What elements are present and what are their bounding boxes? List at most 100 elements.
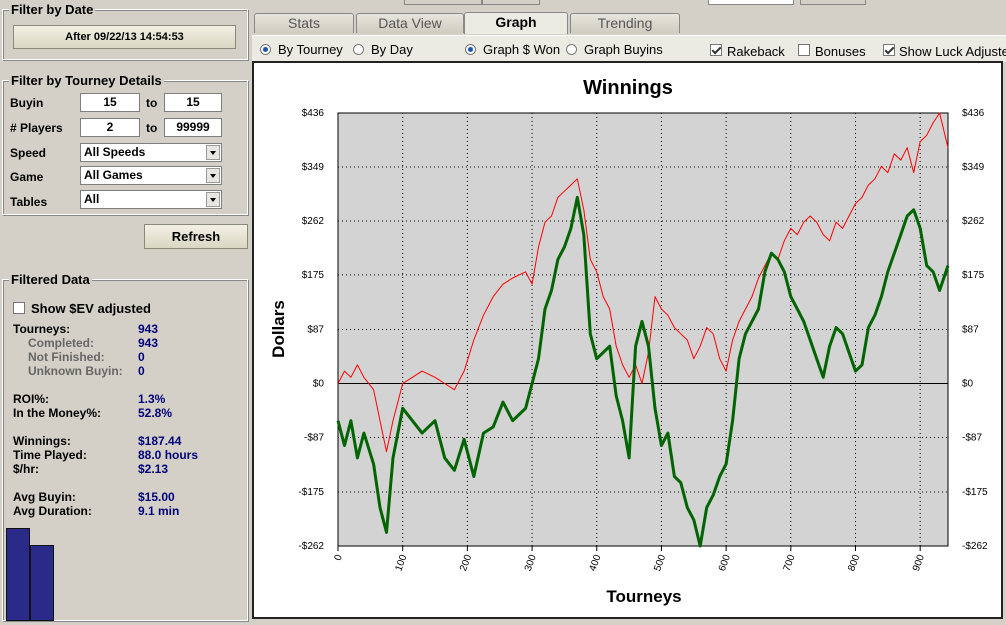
stat-value: 52.8% (138, 406, 173, 420)
stat-label: Time Played: (13, 448, 87, 462)
y-tick-label: $87 (307, 325, 324, 336)
x-tick-label: 200 (458, 553, 474, 573)
y-tick-label-right: $0 (962, 378, 974, 389)
game-label: Game (10, 170, 44, 184)
stat-value: $15.00 (138, 490, 175, 504)
y-tick-label-right: $175 (962, 270, 985, 281)
rakeback-checkbox[interactable] (710, 44, 722, 56)
y-tick-label-right: $87 (962, 325, 979, 336)
x-tick-label: 600 (717, 553, 733, 573)
stat-label: Winnings: (13, 434, 71, 448)
tables-select-value: All (84, 192, 100, 206)
filtered-data-title: Filtered Data (9, 272, 92, 287)
y-tick-label: $0 (313, 378, 325, 389)
chart-frame: 0 100 200 300 400 500 600 700 800 900 -$262 -$262 -$… (252, 61, 1003, 619)
bonuses-label: Bonuses (815, 44, 866, 59)
y-axis-label: Dollars (269, 300, 288, 358)
chevron-down-icon[interactable] (206, 145, 220, 160)
tab-bar: Stats Data View Graph Trending (252, 0, 1006, 35)
stat-label: Avg Buyin: (13, 490, 76, 504)
tab-trending[interactable]: Trending (570, 13, 680, 33)
x-tick-label: 700 (782, 553, 798, 573)
graph-buyins-label: Graph Buyins (584, 42, 663, 57)
stat-label: ROI%: (13, 392, 49, 406)
ev-adjusted-label: Show $EV adjusted (31, 301, 151, 316)
date-filter-button[interactable]: After 09/22/13 14:54:53 (13, 25, 236, 49)
y-tick-label-right: $436 (962, 108, 985, 119)
stat-label: Avg Duration: (13, 504, 92, 518)
tables-label: Tables (10, 195, 48, 209)
tables-select[interactable]: All (80, 190, 222, 209)
x-tick-label: 900 (911, 553, 927, 573)
y-tick-label: $262 (302, 216, 325, 227)
speed-label: Speed (10, 146, 47, 160)
game-select[interactable]: All Games (80, 166, 222, 185)
graph-won-radio[interactable] (465, 44, 476, 55)
graph-buyins-radio[interactable] (566, 44, 577, 55)
winnings-chart: 0 100 200 300 400 500 600 700 800 900 -$262 -$262 -$… (269, 77, 988, 606)
speed-select[interactable]: All Speeds (80, 143, 222, 162)
y-tick-label-right: $262 (962, 216, 985, 227)
buyin-max-input[interactable]: 15 (164, 93, 222, 112)
bonuses-checkbox[interactable] (798, 44, 810, 56)
y-tick-label-right: -$87 (962, 432, 982, 443)
chevron-down-icon[interactable] (206, 168, 220, 183)
x-axis-label: Tourneys (606, 587, 681, 606)
stat-value: 88.0 hours (138, 448, 199, 462)
tourney-details-group: Filter by Tourney Details Buyin 15 to 15… (2, 73, 248, 215)
chart-title: Winnings (583, 77, 673, 99)
stat-value: 1.3% (138, 392, 166, 406)
tab-data-view[interactable]: Data View (356, 13, 464, 33)
y-tick-label: -$175 (298, 487, 324, 498)
filter-by-date-title: Filter by Date (9, 2, 96, 17)
y-tick-label-right: -$175 (962, 487, 988, 498)
players-min-input[interactable]: 2 (80, 118, 140, 137)
tab-graph[interactable]: Graph (464, 12, 568, 34)
tourney-details-title: Filter by Tourney Details (9, 73, 164, 88)
stat-value: 0 (138, 350, 145, 364)
stat-label: Tourneys: (13, 322, 71, 336)
show-luck-label: Show Luck Adjuste (899, 44, 1006, 59)
y-tick-label: -$87 (304, 432, 324, 443)
x-tick-label: 300 (523, 553, 539, 573)
stat-value: $2.13 (138, 462, 169, 476)
players-to-label: to (146, 121, 158, 135)
ev-adjusted-checkbox[interactable] (13, 302, 25, 314)
x-tick-label: 800 (846, 553, 862, 573)
stat-value: 943 (138, 322, 159, 336)
players-max-input[interactable]: 99999 (164, 118, 222, 137)
mini-bar-1 (6, 528, 30, 621)
refresh-button[interactable]: Refresh (144, 224, 248, 249)
by-tourney-label: By Tourney (278, 42, 343, 57)
stat-value: 943 (138, 336, 159, 350)
buyin-label: Buyin (10, 96, 44, 110)
y-tick-label-right: -$262 (962, 541, 988, 552)
chevron-down-icon[interactable] (206, 192, 220, 207)
stat-value: 0 (138, 364, 145, 378)
filtered-data-group: Filtered Data Show $EV adjusted Tourneys… (2, 272, 248, 621)
buyin-to-label: to (146, 96, 158, 110)
tab-stats[interactable]: Stats (254, 13, 354, 33)
stat-label: Not Finished: (28, 350, 105, 364)
stat-value: 9.1 min (138, 504, 180, 518)
stat-label: Completed: (28, 336, 94, 350)
filter-by-date-group: Filter by Date After 09/22/13 14:54:53 (2, 2, 248, 60)
y-tick-label: $436 (302, 108, 325, 119)
speed-select-value: All Speeds (84, 145, 146, 159)
stat-label: In the Money%: (13, 406, 102, 420)
players-label: # Players (10, 121, 63, 135)
by-tourney-radio[interactable] (260, 44, 271, 55)
y-tick-label-right: $349 (962, 162, 985, 173)
mini-bar-2 (30, 545, 54, 621)
by-day-radio[interactable] (353, 44, 364, 55)
stat-value: $187.44 (138, 434, 182, 448)
game-select-value: All Games (84, 168, 143, 182)
show-luck-checkbox[interactable] (883, 44, 895, 56)
graph-options-bar: By Tourney By Day Graph $ Won Graph Buyi… (252, 35, 1006, 62)
rakeback-label: Rakeback (727, 44, 785, 59)
x-tick-label: 0 (333, 553, 345, 562)
stat-label: Unknown Buyin: (28, 364, 123, 378)
buyin-min-input[interactable]: 15 (80, 93, 140, 112)
x-tick-label: 500 (652, 553, 668, 573)
stat-label: $/hr: (13, 462, 40, 476)
